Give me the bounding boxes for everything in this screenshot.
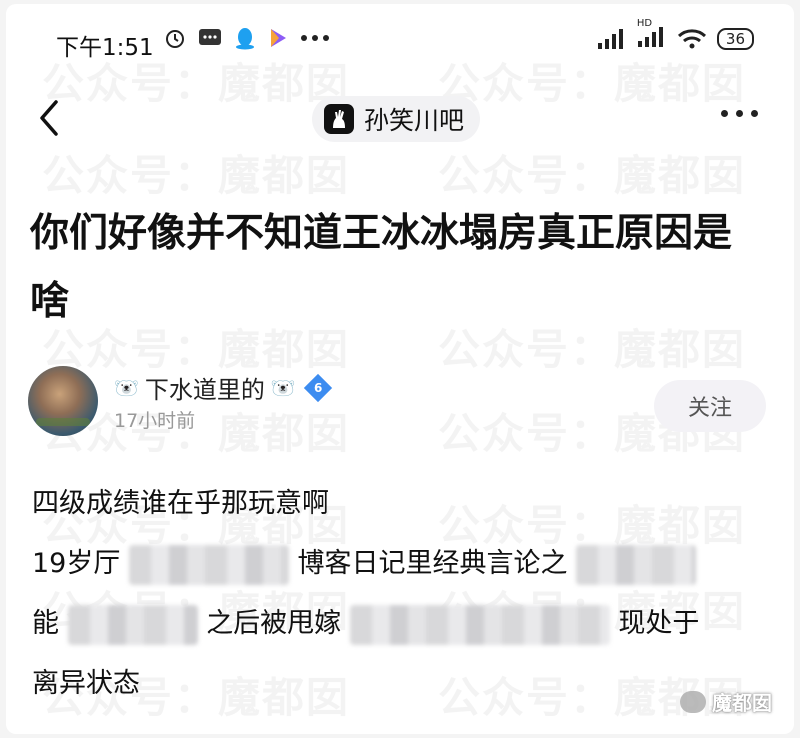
- content-text: 能: [32, 608, 59, 639]
- status-bar: 下午1:51 HD 36: [6, 4, 794, 80]
- forum-logo-icon: [324, 104, 354, 134]
- author-name: 下水道里的: [144, 376, 265, 404]
- more-notifications-icon: [301, 35, 329, 41]
- status-time: 下午1:51: [56, 35, 154, 61]
- more-options-icon[interactable]: [721, 110, 758, 117]
- message-icon: [199, 29, 221, 45]
- wifi-icon: [677, 29, 706, 49]
- level-badge: 6: [303, 373, 332, 402]
- brand-watermark: 魔都囡: [680, 687, 772, 716]
- hd-signal: HD: [637, 18, 667, 52]
- content-line: 19岁厅 博客日记里经典言论之: [32, 536, 772, 596]
- battery-indicator: 36: [716, 28, 754, 50]
- content-text: 博客日记里经典言论之: [297, 548, 568, 579]
- avatar[interactable]: [28, 366, 98, 436]
- wechat-icon: [680, 690, 706, 713]
- bear-emoji-icon: 🐻‍❄️: [270, 375, 296, 400]
- level-number: 6: [313, 380, 322, 395]
- content-text: 之后被甩嫁: [206, 608, 342, 639]
- qq-icon: [236, 28, 254, 50]
- phone-screen: 公众号：魔都囡 公众号：魔都囡 公众号：魔都囡 公众号：魔都囡 公众号：魔都囡 …: [6, 4, 794, 734]
- forum-name: 孙笑川吧: [364, 106, 465, 135]
- post-title: 你们好像并不知道王冰冰塌房真正原因是啥: [30, 211, 733, 324]
- alarm-icon: [166, 30, 184, 48]
- post-content: 四级成绩谁在乎那玩意啊 19岁厅 博客日记里经典言论之 能 之后被甩嫁 现处于 …: [32, 476, 772, 716]
- redacted-block: [67, 604, 198, 645]
- redacted-block: [576, 544, 697, 585]
- forum-pill-button[interactable]: 孙笑川吧: [312, 96, 481, 142]
- bear-emoji-icon: 🐻‍❄️: [114, 375, 139, 400]
- content-text: 19岁厅: [32, 548, 121, 579]
- hd-label: HD: [636, 18, 653, 29]
- content-line: 能 之后被甩嫁 现处于: [32, 596, 772, 656]
- content-line: 四级成绩谁在乎那玩意啊: [32, 476, 772, 536]
- content-text: 四级成绩谁在乎那玩意啊: [32, 488, 329, 519]
- content-text: 现处于: [618, 608, 700, 639]
- system-icons: HD 36: [597, 18, 754, 52]
- nav-bar: 孙笑川吧: [6, 86, 794, 156]
- back-arrow-icon[interactable]: [36, 98, 66, 138]
- signal-hd-icon: [637, 27, 663, 47]
- follow-button[interactable]: 关注: [654, 380, 766, 432]
- notification-icons: [164, 26, 330, 50]
- post-time: 17小时前: [114, 410, 196, 432]
- author-row: 🐻‍❄️ 下水道里的 🐻‍❄️ 6 17小时前 关注: [6, 364, 794, 454]
- author-info[interactable]: 🐻‍❄️ 下水道里的 🐻‍❄️ 6: [114, 370, 332, 405]
- redacted-block: [128, 544, 289, 585]
- play-icon: [271, 29, 286, 47]
- redacted-block: [349, 604, 610, 645]
- content-text: 离异状态: [32, 668, 140, 699]
- signal-icon: [597, 29, 623, 49]
- content-line: 离异状态: [32, 656, 772, 716]
- brand-name: 魔都囡: [712, 691, 772, 715]
